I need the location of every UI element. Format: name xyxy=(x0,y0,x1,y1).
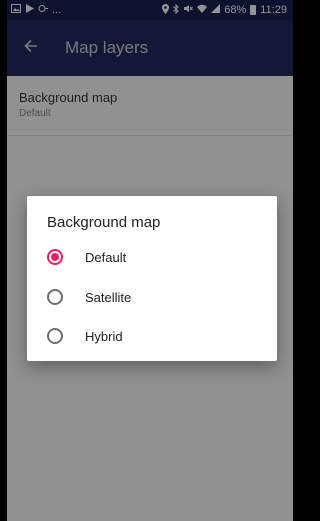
phone-screen: ... 68% 11:29 Map layers Background map … xyxy=(7,0,293,521)
background-map-dialog: Background map Default Satellite Hybrid xyxy=(27,196,277,361)
option-label: Hybrid xyxy=(85,328,123,344)
option-label: Satellite xyxy=(85,289,132,305)
radio-checked-icon xyxy=(47,249,63,265)
option-label: Default xyxy=(85,249,127,265)
radio-unchecked-icon xyxy=(47,328,63,344)
option-hybrid[interactable]: Hybrid xyxy=(47,321,267,351)
option-satellite[interactable]: Satellite xyxy=(47,282,267,312)
radio-unchecked-icon xyxy=(47,289,63,305)
dialog-title: Background map xyxy=(47,214,161,231)
option-default[interactable]: Default xyxy=(47,242,267,272)
radio-dot xyxy=(51,253,59,261)
